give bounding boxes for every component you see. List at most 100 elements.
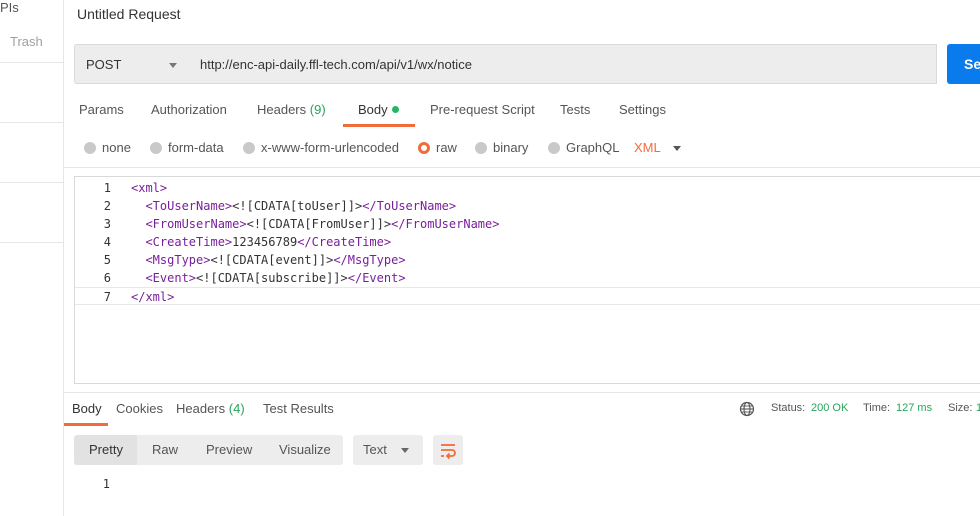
response-tab-headers[interactable]: Headers (4) bbox=[176, 401, 245, 416]
tab-headers[interactable]: Headers (9) bbox=[257, 102, 326, 117]
response-headers-count: (4) bbox=[228, 401, 245, 416]
xml-content: <![CDATA[event]]> bbox=[210, 253, 334, 267]
tab-prerequest-script[interactable]: Pre-request Script bbox=[430, 102, 535, 117]
line-number: 6 bbox=[103, 271, 111, 285]
line-number: 4 bbox=[103, 235, 111, 249]
tab-authorization[interactable]: Authorization bbox=[151, 102, 227, 117]
body-editor[interactable]: 1 <xml> 2 <ToUserName><![CDATA[toUser]]></… bbox=[74, 176, 980, 384]
tab-authorization-label: Authorization bbox=[151, 102, 227, 117]
status-label: Status: bbox=[771, 402, 806, 414]
response-tab-test-results[interactable]: Test Results bbox=[263, 401, 334, 416]
sidebar-trash-link[interactable]: Trash bbox=[10, 34, 43, 49]
radio-form-data[interactable]: form-data bbox=[150, 140, 224, 155]
radio-urlencoded-label: x-www-form-urlencoded bbox=[261, 140, 399, 155]
size-label: Size: bbox=[948, 402, 973, 414]
response-language-select[interactable]: Text bbox=[353, 435, 423, 465]
response-line-number: 1 bbox=[102, 477, 110, 491]
wrap-lines-button[interactable] bbox=[433, 435, 463, 465]
xml-close-tag: </CreateTime> bbox=[297, 235, 392, 249]
url-input[interactable]: http://enc-api-daily.ffl-tech.com/api/v1… bbox=[189, 44, 937, 84]
radio-binary[interactable]: binary bbox=[475, 140, 528, 155]
tab-tests-label: Tests bbox=[560, 102, 591, 117]
url-text: http://enc-api-daily.ffl-tech.com/api/v1… bbox=[200, 57, 472, 72]
code-text: <MsgType><![CDATA[event]]></MsgType> bbox=[131, 251, 406, 269]
radio-selected-icon bbox=[418, 142, 430, 154]
radio-circle-icon bbox=[243, 142, 255, 154]
time-value[interactable]: 127 ms bbox=[896, 402, 932, 414]
radio-circle-icon bbox=[84, 142, 96, 154]
tab-headers-count: (9) bbox=[309, 102, 326, 117]
format-pretty-button[interactable]: Pretty bbox=[89, 442, 123, 457]
xml-close-tag: </Event> bbox=[347, 271, 406, 285]
code-line[interactable]: 1 <xml> bbox=[75, 179, 980, 197]
tab-settings-label: Settings bbox=[619, 102, 666, 117]
code-line[interactable]: 5 <MsgType><![CDATA[event]]></MsgType> bbox=[75, 251, 980, 269]
code-text: <Event><![CDATA[subscribe]]></Event> bbox=[131, 269, 406, 287]
sidebar: PIs Trash bbox=[0, 0, 64, 516]
time-label: Time: bbox=[863, 402, 891, 414]
response-tab-body[interactable]: Body bbox=[72, 401, 102, 416]
line-number: 5 bbox=[103, 253, 111, 267]
tab-tests[interactable]: Tests bbox=[560, 102, 590, 117]
code-text: <xml> bbox=[131, 179, 167, 197]
method-label: POST bbox=[86, 57, 122, 72]
xml-open-tag: <CreateTime> bbox=[145, 235, 233, 249]
code-line[interactable]: 2 <ToUserName><![CDATA[toUser]]></ToUser… bbox=[75, 197, 980, 215]
code-line[interactable]: 4 <CreateTime>123456789</CreateTime> bbox=[75, 233, 980, 251]
tab-params-label: Params bbox=[79, 102, 124, 117]
line-number: 1 bbox=[103, 181, 111, 195]
radio-circle-icon bbox=[548, 142, 560, 154]
chevron-down-icon[interactable] bbox=[673, 146, 681, 151]
code-line[interactable]: 3 <FromUserName><![CDATA[FromUser]]></Fr… bbox=[75, 215, 980, 233]
response-tab-headers-label: Headers bbox=[176, 401, 226, 416]
format-raw-button[interactable]: Raw bbox=[152, 442, 178, 457]
xml-close-tag: </xml> bbox=[131, 290, 175, 304]
radio-graphql[interactable]: GraphQL bbox=[548, 140, 619, 155]
radio-circle-icon bbox=[150, 142, 162, 154]
xml-close-tag: </ToUserName> bbox=[362, 199, 457, 213]
language-select[interactable]: XML bbox=[634, 140, 661, 155]
chevron-down-icon bbox=[169, 63, 177, 68]
request-title[interactable]: Untitled Request bbox=[77, 6, 181, 22]
response-active-tab-underline bbox=[64, 423, 108, 426]
status-value[interactable]: 200 OK bbox=[811, 402, 848, 414]
radio-raw[interactable]: raw bbox=[418, 140, 457, 155]
code-line[interactable]: 7 </xml> bbox=[75, 287, 980, 305]
sidebar-divider bbox=[0, 242, 64, 243]
tab-params[interactable]: Params bbox=[79, 102, 124, 117]
radio-urlencoded[interactable]: x-www-form-urlencoded bbox=[243, 140, 399, 155]
tab-settings[interactable]: Settings bbox=[619, 102, 666, 117]
tab-headers-label: Headers bbox=[257, 102, 307, 117]
method-select[interactable]: POST bbox=[74, 44, 190, 84]
xml-open-tag: <MsgType> bbox=[145, 253, 211, 267]
sidebar-apis-label[interactable]: PIs bbox=[0, 0, 19, 15]
response-tab-cookies[interactable]: Cookies bbox=[116, 401, 163, 416]
wrap-lines-icon bbox=[441, 444, 456, 460]
xml-open-tag: <FromUserName> bbox=[145, 217, 247, 231]
code-text: <ToUserName><![CDATA[toUser]]></ToUserNa… bbox=[131, 197, 456, 215]
tab-body-label: Body bbox=[358, 102, 388, 117]
line-number: 2 bbox=[103, 199, 111, 213]
code-text: </xml> bbox=[131, 288, 174, 306]
response-tab-body-label: Body bbox=[72, 401, 102, 416]
format-visualize-button[interactable]: Visualize bbox=[279, 442, 331, 457]
globe-icon[interactable] bbox=[739, 401, 755, 417]
sidebar-divider bbox=[0, 122, 64, 123]
format-preview-button[interactable]: Preview bbox=[206, 442, 252, 457]
xml-content: <![CDATA[FromUser]]> bbox=[246, 217, 392, 231]
tab-prerequest-label: Pre-request Script bbox=[430, 102, 535, 117]
xml-content: <![CDATA[subscribe]]> bbox=[196, 271, 348, 285]
send-button[interactable]: Send bbox=[947, 44, 980, 84]
xml-close-tag: </MsgType> bbox=[333, 253, 406, 267]
xml-open-tag: <Event> bbox=[145, 271, 197, 285]
code-text: <CreateTime>123456789</CreateTime> bbox=[131, 233, 391, 251]
sidebar-divider bbox=[0, 62, 64, 63]
sidebar-divider bbox=[0, 182, 64, 183]
tab-body[interactable]: Body bbox=[358, 102, 399, 117]
code-line[interactable]: 6 <Event><![CDATA[subscribe]]></Event> bbox=[75, 269, 980, 287]
radio-none[interactable]: none bbox=[84, 140, 131, 155]
size-value[interactable]: 1 bbox=[976, 402, 980, 414]
